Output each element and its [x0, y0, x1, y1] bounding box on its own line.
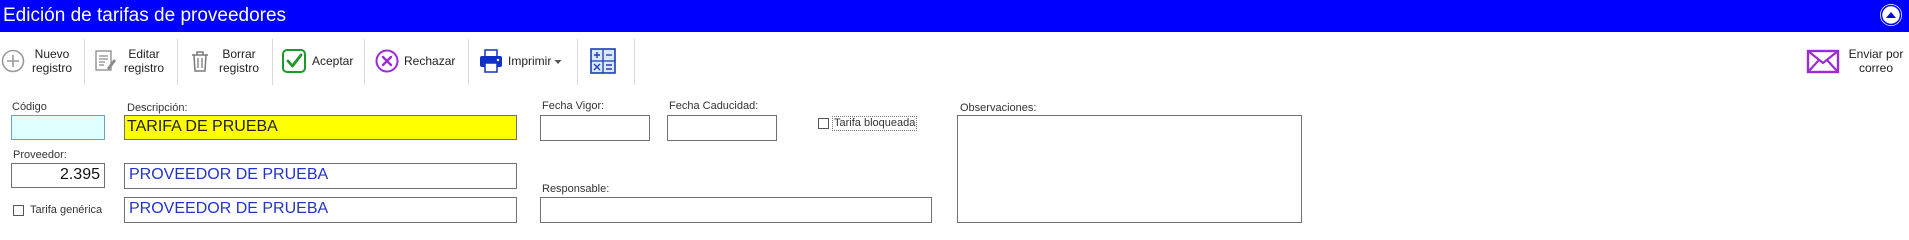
- borrar-registro-button[interactable]: Borrar registro: [188, 43, 266, 79]
- editar-line2: registro: [123, 61, 164, 75]
- nuevo-line1: Nuevo: [34, 47, 70, 61]
- toolbar-divider: [177, 39, 178, 85]
- descripcion-label: Descripción:: [127, 102, 188, 114]
- editar-registro-button[interactable]: Editar registro: [93, 43, 171, 79]
- fecha-vigor-field[interactable]: [540, 115, 650, 141]
- tarifa-generica-name-field[interactable]: PROVEEDOR DE PRUEBA: [124, 197, 517, 223]
- toolbar-divider: [577, 39, 578, 85]
- toolbar-divider: [272, 39, 273, 85]
- rechazar-label: Rechazar: [404, 54, 456, 68]
- nuevo-line2: registro: [31, 61, 72, 75]
- enviar-por-correo-button[interactable]: Enviar por correo: [1806, 43, 1906, 79]
- rechazar-button[interactable]: Rechazar: [374, 43, 460, 79]
- trash-icon: [188, 48, 212, 74]
- fecha-caducidad-label: Fecha Caducidad:: [669, 100, 759, 112]
- mail-icon: [1806, 47, 1840, 75]
- imprimir-button[interactable]: Imprimir: [478, 43, 570, 79]
- toolbar-divider: [468, 39, 469, 85]
- imprimir-label: Imprimir: [508, 54, 552, 68]
- proveedor-name-field[interactable]: PROVEEDOR DE PRUEBA: [124, 163, 517, 189]
- fecha-vigor-label: Fecha Vigor:: [542, 100, 605, 112]
- tarifa-bloqueada-checkbox[interactable]: [818, 118, 829, 129]
- editar-registro-label: Editar registro: [121, 47, 167, 75]
- aceptar-button[interactable]: Aceptar: [281, 43, 357, 79]
- toolbar-divider: [84, 39, 85, 85]
- calculator-icon: [589, 47, 617, 75]
- reject-icon: [374, 48, 400, 74]
- borrar-line1: Borrar: [222, 47, 256, 61]
- calculator-button[interactable]: [589, 43, 625, 79]
- toolbar-divider: [364, 39, 365, 85]
- check-icon: [281, 48, 307, 74]
- enviar-line2: correo: [1858, 61, 1893, 75]
- responsable-label: Responsable:: [542, 183, 610, 195]
- enviar-line1: Enviar por: [1848, 47, 1904, 61]
- enviar-por-correo-label: Enviar por correo: [1846, 47, 1906, 75]
- proveedor-code-field[interactable]: 2.395: [11, 163, 105, 188]
- aceptar-label: Aceptar: [312, 54, 354, 68]
- observaciones-field[interactable]: [957, 115, 1302, 223]
- responsable-field[interactable]: [540, 197, 932, 223]
- title-bar: Edición de tarifas de proveedores: [0, 0, 1909, 32]
- collapse-icon[interactable]: [1880, 4, 1902, 26]
- tarifa-generica-checkbox[interactable]: [13, 205, 24, 216]
- borrar-registro-label: Borrar registro: [216, 47, 262, 75]
- toolbar-divider: [634, 39, 635, 85]
- tarifa-bloqueada-label: Tarifa bloqueada: [832, 116, 918, 131]
- tarifa-generica-label: Tarifa genérica: [30, 204, 103, 216]
- nuevo-registro-button[interactable]: Nuevo registro: [0, 43, 80, 79]
- fecha-caducidad-field[interactable]: [667, 115, 777, 141]
- window-title: Edición de tarifas de proveedores: [3, 5, 287, 26]
- proveedor-label: Proveedor:: [13, 149, 67, 161]
- codigo-field[interactable]: [11, 115, 105, 140]
- edit-document-icon: [93, 48, 117, 74]
- descripcion-field[interactable]: TARIFA DE PRUEBA: [124, 115, 517, 140]
- printer-icon: [478, 48, 504, 74]
- toolbar: Nuevo registro Editar registro Borrar re…: [0, 33, 1909, 90]
- codigo-label: Código: [12, 101, 47, 113]
- editar-line1: Editar: [128, 47, 160, 61]
- borrar-line2: registro: [218, 61, 259, 75]
- nuevo-registro-label: Nuevo registro: [30, 47, 74, 75]
- chevron-down-icon: [554, 54, 562, 68]
- observaciones-label: Observaciones:: [960, 102, 1037, 114]
- add-circle-icon: [0, 48, 26, 74]
